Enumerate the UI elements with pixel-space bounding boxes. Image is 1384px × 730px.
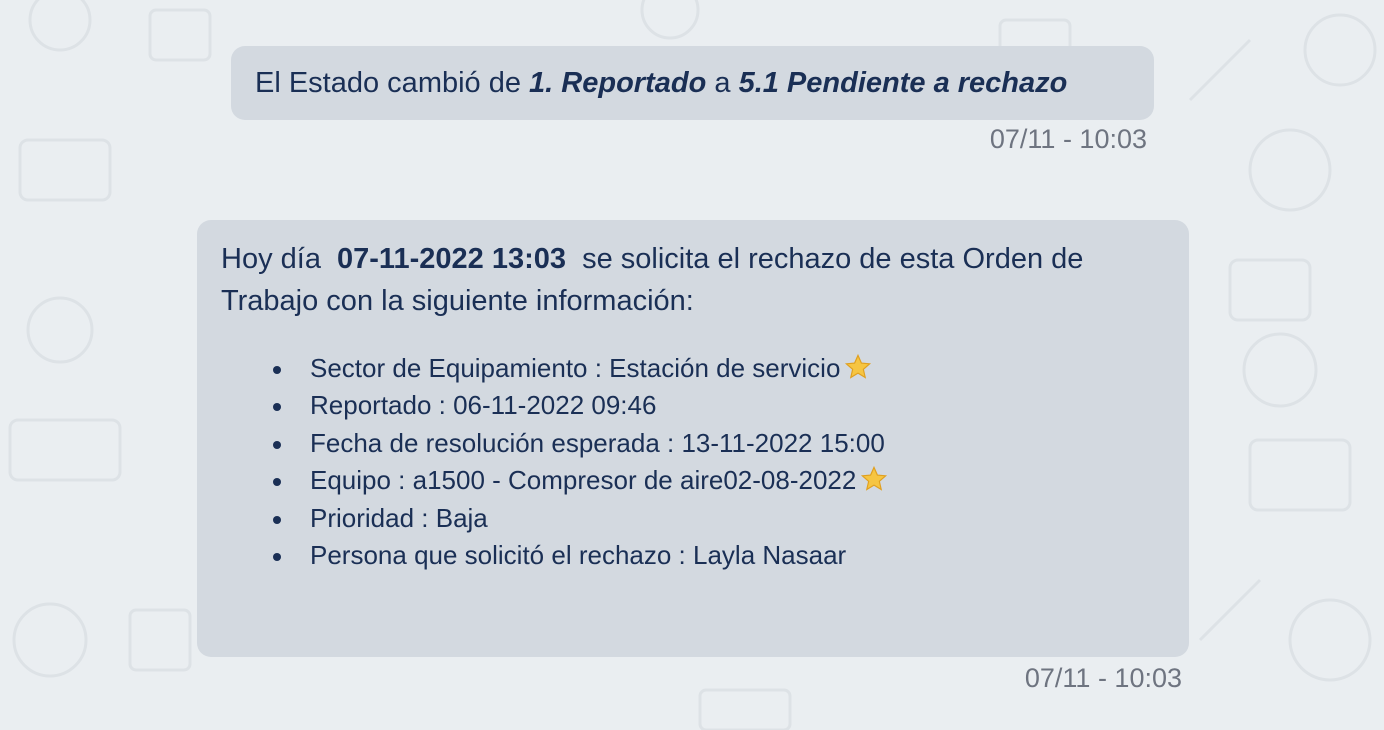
rejection-request-timestamp: 07/11 - 10:03 [1024, 663, 1182, 693]
star-icon [845, 353, 872, 379]
list-item-text: Sector de Equipamiento : Estación de ser… [310, 353, 841, 383]
request-date: 07-11-2022 13:03 [337, 243, 566, 275]
list-item: Fecha de resolución esperada : 13-11-202… [273, 425, 1165, 462]
list-item-text: Reportado : 06-11-2022 09:46 [310, 390, 657, 421]
list-item-text: Fecha de resolución esperada : 13-11-202… [310, 427, 885, 458]
status-prefix: El Estado cambió de [255, 66, 521, 99]
list-item: Prioridad : Baja [273, 500, 1165, 537]
list-item: Equipo : a1500 - Compresor de aire02-08-… [273, 462, 1165, 499]
star-icon [861, 466, 888, 491]
status-change-message: El Estado cambió de 1. Reportado a 5.1 P… [231, 46, 1154, 120]
list-item-text: Prioridad : Baja [310, 502, 488, 533]
rejection-intro: Hoy día 07-11-2022 13:03 se solicita el … [221, 238, 1165, 322]
intro-before: Hoy día [221, 243, 321, 275]
list-item: Sector de Equipamiento : Estación de ser… [273, 350, 1165, 387]
rejection-request-message: Hoy día 07-11-2022 13:03 se solicita el … [197, 220, 1189, 657]
status-from-state: 1. Reportado [529, 66, 707, 99]
list-item: Persona que solicitó el rechazo : Layla … [273, 537, 1165, 574]
list-item-text: Equipo : a1500 - Compresor de aire02-08-… [310, 465, 857, 496]
list-item-text: Persona que solicitó el rechazo : Layla … [310, 540, 847, 571]
status-to-state: 5.1 Pendiente a rechazo [738, 66, 1068, 99]
status-connector: a [714, 66, 731, 99]
list-item: Reportado : 06-11-2022 09:46 [273, 387, 1165, 424]
status-change-timestamp: 07/11 - 10:03 [989, 124, 1147, 154]
rejection-info-list: Sector de Equipamiento : Estación de ser… [221, 350, 1165, 574]
